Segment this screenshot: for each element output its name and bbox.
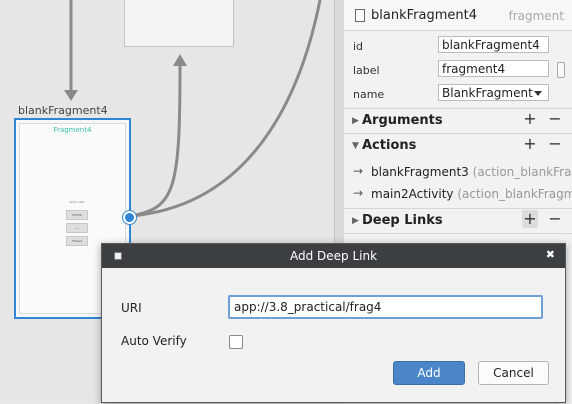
action-detail: (action_blankFrag (472, 165, 572, 179)
arrow-right-icon: → (353, 164, 364, 178)
action-item[interactable]: → main2Activity (action_blankFragme (344, 183, 572, 205)
section-arguments[interactable]: ▶ Arguments + − (344, 108, 572, 133)
collapse-arrow-icon: ▼ (352, 141, 359, 151)
preview-text: enter text (69, 200, 85, 204)
add-deep-link-dialog: Add Deep Link ✖ URI app://3.8_practical/… (101, 243, 566, 403)
attribute-row-id: id blankFragment4 (344, 34, 572, 58)
expand-arrow-icon: ▶ (352, 116, 359, 126)
fragment-node-label: blankFragment4 (18, 104, 108, 117)
attribute-row-label: label fragment4 (344, 58, 572, 82)
expand-arrow-icon: ▶ (352, 216, 359, 226)
remove-deep-link-icon[interactable]: − (547, 210, 563, 228)
preview-button: HASTE (66, 210, 88, 220)
preview-button: FRAG4 (66, 236, 88, 246)
uri-input[interactable]: app://3.8_practical/frag4 (228, 295, 543, 319)
action-detail: (action_blankFragme (457, 187, 572, 201)
name-label: name (353, 88, 385, 101)
action-name: main2Activity (371, 187, 454, 201)
arrow-right-icon: → (353, 186, 364, 200)
add-deep-link-icon[interactable]: + (522, 210, 538, 228)
close-icon[interactable]: ✖ (546, 248, 555, 261)
uri-label: URI (121, 301, 142, 315)
action-name: blankFragment3 (371, 165, 469, 179)
action-item[interactable]: → blankFragment3 (action_blankFrag (344, 161, 572, 183)
add-button[interactable]: Add (393, 361, 465, 385)
resource-picker-button[interactable] (557, 62, 565, 78)
cancel-button[interactable]: Cancel (478, 361, 549, 385)
attribute-row-name: name BlankFragment (344, 82, 572, 106)
chevron-down-icon (534, 91, 542, 96)
auto-verify-checkbox[interactable] (229, 335, 243, 349)
section-actions-title: Actions (362, 138, 417, 153)
destination-type: fragment (508, 9, 564, 23)
preview-button: ---- (66, 223, 88, 233)
name-dropdown-value: BlankFragment (442, 86, 533, 100)
attributes-header: blankFragment4 fragment (344, 0, 572, 31)
section-deep-links[interactable]: ▶ Deep Links + − (344, 208, 572, 233)
dialog-titlebar[interactable]: Add Deep Link ✖ (102, 244, 565, 268)
file-icon (355, 9, 365, 22)
id-field[interactable]: blankFragment4 (438, 36, 549, 53)
id-label: id (353, 40, 364, 53)
fragment-node-top[interactable] (124, 0, 234, 47)
dialog-title: Add Deep Link (289, 249, 378, 263)
add-argument-icon[interactable]: + (522, 110, 538, 128)
add-action-icon[interactable]: + (522, 135, 538, 153)
name-dropdown[interactable]: BlankFragment (438, 84, 549, 101)
remove-action-icon[interactable]: − (547, 135, 563, 153)
section-actions[interactable]: ▼ Actions + − (344, 133, 572, 158)
label-field[interactable]: fragment4 (438, 60, 549, 77)
auto-verify-label: Auto Verify (121, 334, 187, 348)
selected-destination-title: blankFragment4 (371, 8, 477, 23)
section-arguments-title: Arguments (362, 113, 443, 128)
fragment-preview-title: Fragment4 (53, 126, 92, 134)
remove-argument-icon[interactable]: − (547, 110, 563, 128)
action-connection-handle[interactable] (123, 211, 136, 224)
section-deep-links-title: Deep Links (362, 213, 443, 228)
label-label: label (353, 64, 380, 77)
